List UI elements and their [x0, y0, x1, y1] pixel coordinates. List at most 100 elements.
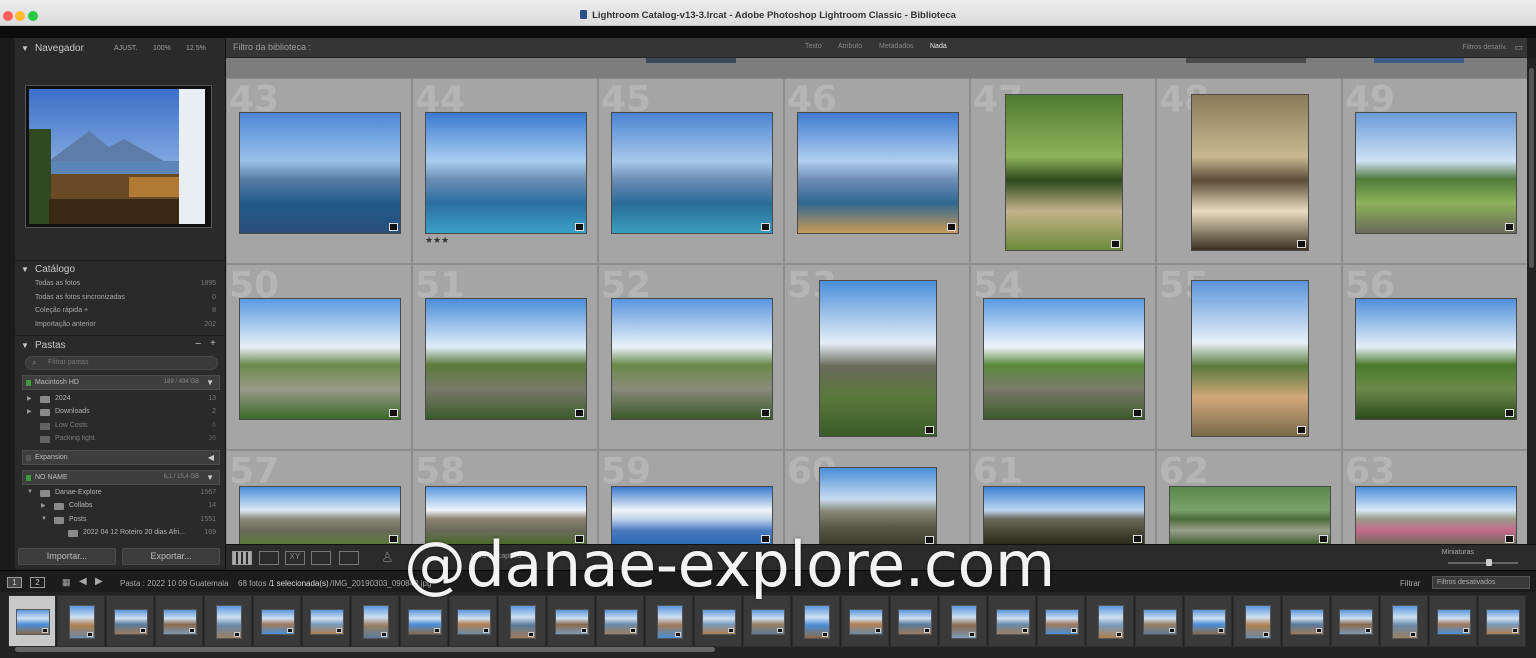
filmstrip-cell[interactable] [792, 595, 840, 647]
catalog-item[interactable]: Todas as fotos 1895 [20, 278, 220, 291]
grid-cell[interactable]: 54 [970, 264, 1156, 450]
grid-cell[interactable]: 43 [226, 78, 412, 264]
filmstrip-cell[interactable] [8, 595, 56, 647]
photo-thumbnail[interactable] [797, 112, 959, 234]
navigator-preview[interactable] [25, 85, 212, 228]
folder-item[interactable]: ▼ Danae-Explore 1567 [25, 487, 220, 500]
loupe-view-icon[interactable] [259, 551, 279, 565]
filmstrip-scrollbar[interactable] [15, 647, 715, 652]
filmstrip-cell[interactable] [253, 595, 301, 647]
filmstrip-cell[interactable] [939, 595, 987, 647]
grid-cell[interactable]: 56 [1342, 264, 1527, 450]
photo-thumbnail[interactable] [239, 298, 401, 420]
collapse-triangle-icon[interactable]: ▼ [21, 44, 29, 53]
edit-badge-icon[interactable] [389, 535, 398, 543]
volume-expansion[interactable]: Expansion ◀ [22, 450, 220, 465]
volume-no-name[interactable]: NO NAME 6,1 / 15,4 GB ▼ [22, 470, 220, 485]
catalog-header[interactable]: ▼ Catálogo [15, 261, 226, 279]
filmstrip-cell[interactable] [743, 595, 791, 647]
filter-attribute-option[interactable]: Atributo [838, 43, 862, 50]
filmstrip-cell[interactable] [498, 595, 546, 647]
secondary-screen-button[interactable]: 2 [30, 577, 45, 588]
filmstrip-cell[interactable] [204, 595, 252, 647]
filmstrip-cell[interactable] [1184, 595, 1232, 647]
volume-macintosh-hd[interactable]: Macintosh HD 189 / 494 GB ▼ [22, 375, 220, 390]
photo-thumbnail[interactable] [1005, 94, 1123, 251]
filmstrip-cell[interactable] [1233, 595, 1281, 647]
filmstrip-cell[interactable] [890, 595, 938, 647]
filmstrip-cell[interactable] [1086, 595, 1134, 647]
grid-cell[interactable]: 49 [1342, 78, 1527, 264]
grid-cell[interactable]: 45 [598, 78, 784, 264]
grid-scrollbar[interactable] [1527, 58, 1536, 544]
grid-cell[interactable]: 57 [226, 450, 412, 544]
filmstrip-cell[interactable] [988, 595, 1036, 647]
edit-badge-icon[interactable] [761, 223, 770, 231]
edit-badge-icon[interactable] [1297, 426, 1306, 434]
grid-cell[interactable]: 50 [226, 264, 412, 450]
filmstrip-cell[interactable] [106, 595, 154, 647]
add-folder-icon[interactable]: + [210, 338, 216, 349]
filter-none-option[interactable]: Nada [930, 43, 947, 50]
folder-item[interactable]: 2022 04 12 Roteiro 20 dias Afri... 169 [25, 527, 220, 540]
filmstrip-cell[interactable] [841, 595, 889, 647]
folder-item[interactable]: ▼ Posts 1551 [25, 514, 220, 527]
source-path[interactable]: Pasta : 2022 10 09 Guatemala [120, 579, 229, 588]
grid-cell[interactable]: 46 [784, 78, 970, 264]
export-button[interactable]: Exportar... [122, 548, 220, 565]
grid-view-icon[interactable] [232, 551, 252, 565]
compare-view-icon[interactable]: XY [285, 551, 305, 565]
photo-thumbnail[interactable] [1355, 298, 1517, 420]
collapse-triangle-icon[interactable]: ▼ [21, 341, 29, 350]
catalog-item[interactable]: Importação anterior 202 [20, 319, 220, 332]
photo-thumbnail[interactable] [1191, 280, 1309, 437]
filmstrip-cell[interactable] [1037, 595, 1085, 647]
star-rating[interactable]: ★★★ [425, 235, 449, 246]
photo-thumbnail[interactable] [611, 298, 773, 420]
grid-cell[interactable]: 44 ★★★ [412, 78, 598, 264]
zoom-fit-option[interactable]: AJUST. [114, 45, 137, 52]
grid-cell[interactable]: 62 [1156, 450, 1342, 544]
filter-presets-dropdown[interactable]: Filtros desativ. [1462, 44, 1507, 51]
grid-cell[interactable]: 51 [412, 264, 598, 450]
photo-thumbnail[interactable] [1191, 94, 1309, 251]
filmstrip-cell[interactable] [1429, 595, 1477, 647]
edit-badge-icon[interactable] [925, 426, 934, 434]
photo-thumbnail[interactable] [425, 112, 587, 234]
edit-badge-icon[interactable] [761, 409, 770, 417]
filmstrip-cell[interactable] [1331, 595, 1379, 647]
filmstrip-cell[interactable] [1282, 595, 1330, 647]
left-panel-edge[interactable] [0, 38, 15, 569]
photo-thumbnail[interactable] [239, 486, 401, 544]
grid-cell[interactable]: 52 [598, 264, 784, 450]
filmstrip-cell[interactable] [694, 595, 742, 647]
edit-badge-icon[interactable] [1133, 535, 1142, 543]
photo-thumbnail[interactable] [239, 112, 401, 234]
edit-badge-icon[interactable] [389, 409, 398, 417]
edit-badge-icon[interactable] [575, 223, 584, 231]
filmstrip-cell[interactable] [1478, 595, 1526, 647]
grid-cell[interactable]: 53 [784, 264, 970, 450]
edit-badge-icon[interactable] [947, 223, 956, 231]
grid-cell[interactable]: 55 [1156, 264, 1342, 450]
folder-item[interactable]: Packing light 36 [25, 433, 220, 446]
folder-item[interactable]: ▶ Collabs 14 [25, 500, 220, 513]
filmstrip-cell[interactable] [1135, 595, 1183, 647]
people-view-icon[interactable] [339, 551, 359, 565]
remove-folder-icon[interactable]: − [195, 338, 201, 350]
filmstrip-filter-dropdown[interactable]: Filtros desativados [1432, 576, 1530, 589]
filmstrip-cell[interactable] [400, 595, 448, 647]
photo-thumbnail[interactable] [425, 298, 587, 420]
grid-cell[interactable]: 48 [1156, 78, 1342, 264]
folders-header[interactable]: ▼ Pastas − + [15, 337, 226, 355]
zoom-100-option[interactable]: 100% [153, 45, 171, 52]
grid-icon[interactable]: ▦ [62, 577, 71, 588]
folder-item[interactable]: ▶ Downloads 2 [25, 406, 220, 419]
catalog-item[interactable]: Coleção rápida +8 [20, 305, 220, 318]
edit-badge-icon[interactable] [1133, 409, 1142, 417]
photo-thumbnail[interactable] [1355, 112, 1517, 234]
edit-badge-icon[interactable] [1505, 409, 1514, 417]
filter-metadata-option[interactable]: Metadados [879, 43, 914, 50]
photo-thumbnail[interactable] [819, 280, 937, 437]
catalog-item[interactable]: Todas as fotos sincronizadas 0 [20, 292, 220, 305]
